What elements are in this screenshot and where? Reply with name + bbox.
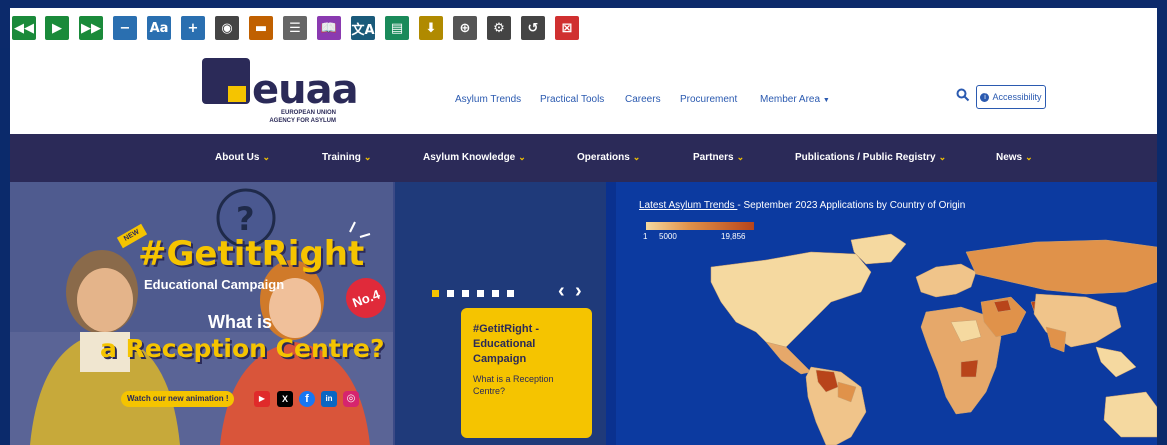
carousel-card[interactable]: #GetitRight - Educational Campaign What …: [461, 308, 592, 438]
hero-carousel[interactable]: ? NEW #GetitRight Educational Campaign N…: [10, 182, 606, 445]
chevron-down-icon: ⌄: [518, 152, 526, 162]
nav-partners[interactable]: Partners ⌄: [693, 152, 744, 163]
search-icon[interactable]: [956, 88, 970, 102]
chevron-down-icon: ⌄: [262, 152, 270, 162]
chevron-down-icon: ⌄: [1025, 152, 1033, 162]
campaign-banner[interactable]: ? NEW #GetitRight Educational Campaign N…: [10, 182, 393, 445]
nav-label: Operations: [577, 152, 630, 163]
link-asylum-trends[interactable]: Asylum Trends: [455, 94, 521, 105]
accessibility-toolbar: ◀◀ ▶ ▶▶ − Aa + ◉ ▬ ☰ 📖 文A ▤ ⬇ ⊕ ⚙ ↺ ⊠: [0, 0, 1167, 48]
toolbar-strip: [0, 0, 1167, 48]
logo-accent: [228, 86, 246, 102]
info-icon: i: [980, 92, 990, 102]
color-wheel-icon[interactable]: ◉: [215, 16, 239, 40]
facebook-icon[interactable]: f: [299, 391, 315, 407]
carousel-dot[interactable]: [477, 290, 484, 297]
accessibility-label: Accessibility: [992, 92, 1042, 102]
campaign-subtitle: Educational Campaign: [144, 277, 285, 292]
link-member-area[interactable]: Member Area ▼: [760, 94, 830, 105]
link-practical-tools[interactable]: Practical Tools: [540, 94, 604, 105]
logo-sub-line1: EUROPEAN UNION: [280, 110, 336, 116]
svg-text:?: ?: [236, 200, 255, 238]
minus-icon[interactable]: −: [113, 16, 137, 40]
rewind-icon[interactable]: ◀◀: [12, 16, 36, 40]
carousel-dot[interactable]: [507, 290, 514, 297]
accessibility-button[interactable]: i Accessibility: [976, 85, 1046, 109]
instagram-icon[interactable]: ◎: [343, 391, 359, 407]
carousel-dot-active[interactable]: [432, 290, 439, 297]
chevron-down-icon: ⌄: [938, 152, 947, 162]
nav-label: Publications / Public Registry: [795, 152, 936, 163]
text-reader-icon[interactable]: ▤: [385, 16, 409, 40]
chevron-down-icon: ⌄: [632, 152, 641, 162]
chevron-down-icon: ⌄: [736, 152, 745, 162]
main-nav: About Us ⌄ Training ⌄ Asylum Knowledge ⌄ Op…: [10, 134, 1157, 182]
map-container[interactable]: Latest Asylum Trends - September 2023 Ap…: [616, 182, 1157, 445]
world-choropleth-map[interactable]: [616, 182, 1157, 445]
nav-publications[interactable]: Publications / Public Registry ⌄: [795, 152, 946, 163]
dictionary-icon[interactable]: 📖: [317, 16, 341, 40]
carousel-dots: [432, 290, 514, 297]
close-icon[interactable]: ⊠: [555, 16, 579, 40]
asylum-trends-panel: Latest Asylum Trends - September 2023 Ap…: [606, 182, 1157, 445]
link-careers[interactable]: Careers: [625, 94, 661, 105]
logo-sub-line2: AGENCY FOR ASYLUM: [269, 118, 336, 124]
nav-label: News: [996, 152, 1023, 163]
question-line1: What is: [208, 312, 273, 332]
youtube-icon[interactable]: ▶: [254, 391, 270, 407]
nav-label: Partners: [693, 152, 734, 163]
nav-operations[interactable]: Operations ⌄: [577, 152, 640, 163]
mask-icon[interactable]: ☰: [283, 16, 307, 40]
carousel-caption-panel: ‹ › #GetitRight - Educational Campaign W…: [395, 182, 606, 445]
play-icon[interactable]: ▶: [45, 16, 69, 40]
carousel-dot[interactable]: [462, 290, 469, 297]
caret-down-icon: ▼: [822, 97, 830, 104]
translate-icon[interactable]: 文A: [351, 16, 375, 40]
nav-label: About Us: [215, 152, 260, 163]
nav-about-us[interactable]: About Us ⌄: [215, 152, 270, 163]
question-line2: a Reception Centre?: [100, 334, 385, 363]
download-icon[interactable]: ⬇: [419, 16, 443, 40]
carousel-prev-button[interactable]: ‹: [558, 280, 565, 303]
link-procurement[interactable]: Procurement: [680, 94, 737, 105]
text-size-icon[interactable]: Aa: [147, 16, 171, 40]
nav-news[interactable]: News ⌄: [996, 152, 1033, 163]
linkedin-icon[interactable]: in: [321, 391, 337, 407]
logo-subtitle: EUROPEAN UNION AGENCY FOR ASYLUM: [256, 109, 336, 125]
nav-asylum-knowledge[interactable]: Asylum Knowledge ⌄: [423, 152, 526, 163]
nav-label: Asylum Knowledge: [423, 152, 516, 163]
member-area-label: Member Area: [760, 94, 821, 105]
zoom-icon[interactable]: ⊕: [453, 16, 477, 40]
ruler-icon[interactable]: ▬: [249, 16, 273, 40]
carousel-dot[interactable]: [492, 290, 499, 297]
chevron-down-icon: ⌄: [363, 152, 372, 162]
nav-training[interactable]: Training ⌄: [322, 152, 371, 163]
reset-icon[interactable]: ↺: [521, 16, 545, 40]
settings-icon[interactable]: ⚙: [487, 16, 511, 40]
plus-icon[interactable]: +: [181, 16, 205, 40]
campaign-hashtag: #GetitRight: [138, 234, 365, 274]
x-icon[interactable]: X: [277, 391, 293, 407]
logo-wordmark[interactable]: euaa: [252, 70, 359, 110]
badge-text: No.4: [350, 286, 382, 310]
card-title: #GetitRight - Educational Campaign: [473, 323, 539, 365]
nav-label: Training: [322, 152, 361, 163]
browser-frame: ◀◀ ▶ ▶▶ − Aa + ◉ ▬ ☰ 📖 文A ▤ ⬇ ⊕ ⚙ ↺ ⊠ euaa EUROPEAN UNIO…: [0, 0, 1167, 445]
watch-animation-pill[interactable]: Watch our new animation !: [121, 391, 235, 407]
site-header: euaa EUROPEAN UNION AGENCY FOR ASYLUM As…: [10, 48, 1157, 134]
card-text: What is a Reception Centre?: [473, 374, 554, 396]
carousel-next-button[interactable]: ›: [575, 280, 582, 303]
carousel-dot[interactable]: [447, 290, 454, 297]
fast-forward-icon[interactable]: ▶▶: [79, 16, 103, 40]
